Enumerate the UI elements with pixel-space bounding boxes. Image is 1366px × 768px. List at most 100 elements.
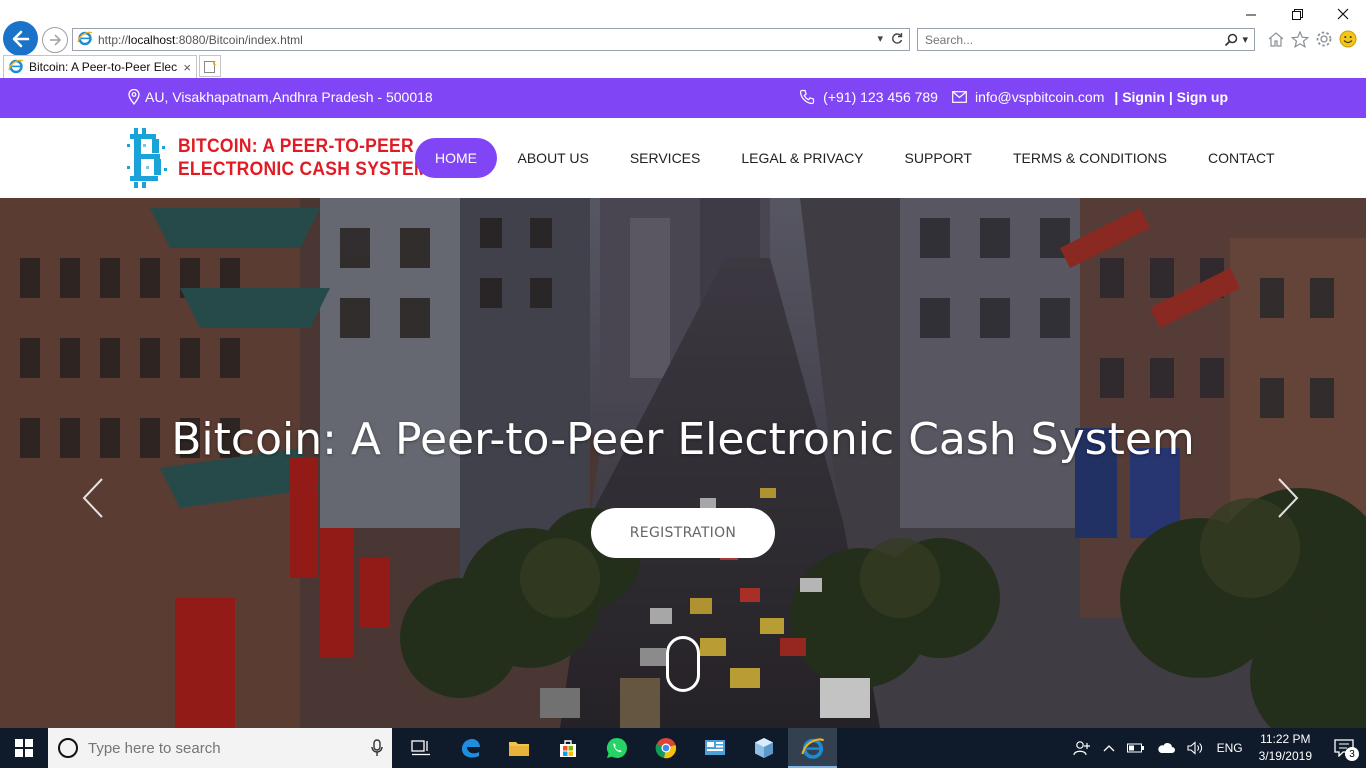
envelope-icon — [952, 91, 967, 103]
main-navbar: BITCOIN: A PEER-TO-PEER ELECTRONIC CASH … — [0, 118, 1366, 198]
arrow-right-icon — [50, 34, 62, 46]
volume-icon[interactable] — [1181, 741, 1211, 755]
new-tab-icon — [204, 59, 217, 73]
back-button[interactable] — [3, 21, 38, 56]
taskbar-search-input[interactable] — [88, 739, 362, 757]
url-path: :8080/Bitcoin/index.html — [175, 32, 303, 47]
refresh-icon[interactable] — [891, 32, 903, 47]
microphone-icon[interactable] — [362, 739, 392, 757]
slider-next-button[interactable] — [1273, 476, 1303, 520]
top-info-bar: AU, Visakhapatnam,Andhra Pradesh - 50001… — [0, 78, 1366, 118]
slider-prev-button[interactable] — [78, 476, 108, 520]
nav-contact[interactable]: CONTACT — [1187, 138, 1295, 178]
email-text[interactable]: info@vspbitcoin.com — [975, 89, 1104, 105]
clock[interactable]: 11:22 PM 3/19/2019 — [1249, 731, 1322, 765]
restore-button[interactable] — [1274, 0, 1320, 28]
file-explorer-app[interactable] — [494, 728, 543, 768]
browser-search-box[interactable]: ▾ — [917, 28, 1255, 51]
nav-services[interactable]: SERVICES — [609, 138, 721, 178]
clock-date: 3/19/2019 — [1258, 749, 1312, 763]
smiley-feedback-icon[interactable] — [1338, 28, 1357, 50]
site-logo[interactable]: BITCOIN: A PEER-TO-PEER ELECTRONIC CASH … — [126, 126, 451, 190]
restore-icon — [1291, 8, 1303, 20]
address-bar[interactable]: http://localhost:8080/Bitcoin/index.html… — [72, 28, 910, 51]
nav-support[interactable]: SUPPORT — [884, 138, 992, 178]
bitcoin-logo-icon — [127, 128, 167, 188]
chrome-icon — [655, 738, 676, 759]
onedrive-cloud-icon[interactable] — [1151, 742, 1181, 754]
store-app[interactable] — [543, 728, 592, 768]
task-view-button[interactable] — [396, 728, 445, 768]
settings-gear-icon[interactable] — [1314, 28, 1333, 50]
internet-explorer-icon — [800, 738, 824, 759]
search-icon[interactable] — [1224, 33, 1238, 47]
arrow-left-icon — [12, 30, 29, 47]
logo-line-1: BITCOIN: A PEER-TO-PEER — [178, 136, 414, 157]
url-text[interactable]: http://localhost:8080/Bitcoin/index.html — [98, 33, 877, 47]
task-view-icon — [410, 740, 430, 756]
logo-text: BITCOIN: A PEER-TO-PEER ELECTRONIC CASH … — [178, 135, 429, 181]
system-tray: ENG 11:22 PM 3/19/2019 3 — [1067, 728, 1366, 768]
home-icon[interactable] — [1266, 28, 1285, 50]
address-tools: ▾ — [877, 32, 909, 47]
chevron-left-icon — [82, 478, 103, 518]
favorites-star-icon[interactable] — [1290, 28, 1309, 50]
minimize-icon — [1245, 14, 1256, 15]
browser-tab[interactable]: Bitcoin: A Peer-to-Peer Elec... × — [3, 55, 197, 78]
whatsapp-app[interactable] — [592, 728, 641, 768]
clock-time: 11:22 PM — [1260, 732, 1311, 746]
language-indicator[interactable]: ENG — [1211, 741, 1249, 755]
separator: | — [1114, 89, 1119, 105]
start-button[interactable] — [0, 728, 48, 768]
browser-toolbar-icons — [1266, 28, 1357, 50]
chevron-up-icon[interactable] — [1097, 744, 1121, 752]
map-pin-icon — [128, 89, 140, 105]
windows-taskbar: ENG 11:22 PM 3/19/2019 3 — [0, 728, 1366, 768]
hero-title: Bitcoin: A Peer-to-Peer Electronic Cash … — [171, 414, 1195, 465]
browser-chrome: http://localhost:8080/Bitcoin/index.html… — [0, 0, 1366, 78]
separator: | — [1168, 89, 1173, 105]
nav-home[interactable]: HOME — [415, 138, 497, 178]
dropdown-icon[interactable]: ▾ — [877, 32, 883, 47]
folder-icon — [508, 742, 529, 756]
people-icon[interactable] — [1067, 740, 1097, 756]
search-dropdown-icon[interactable]: ▾ — [1242, 33, 1248, 47]
windows-logo-icon — [15, 739, 33, 757]
tab-title: Bitcoin: A Peer-to-Peer Elec... — [29, 60, 179, 74]
action-center-button[interactable]: 3 — [1322, 728, 1366, 768]
new-tab-button[interactable] — [199, 55, 221, 77]
forward-button[interactable] — [42, 27, 68, 53]
registration-button[interactable]: REGISTRATION — [591, 508, 775, 558]
logo-line-2: ELECTRONIC CASH SYSTEM — [178, 159, 429, 180]
close-window-button[interactable] — [1320, 0, 1366, 28]
edge-app[interactable] — [445, 728, 494, 768]
taskbar-apps — [396, 728, 837, 768]
notification-count-badge: 3 — [1345, 747, 1359, 761]
browser-search-input[interactable] — [925, 32, 1225, 47]
nav-legal-privacy[interactable]: LEGAL & PRIVACY — [721, 138, 884, 178]
taskbar-search[interactable] — [48, 728, 392, 768]
control-panel-app[interactable] — [690, 728, 739, 768]
virtualbox-icon — [754, 738, 773, 758]
email-info[interactable]: info@vspbitcoin.com — [952, 89, 1104, 105]
contact-info: (+91) 123 456 789 info@vspbitcoin.com | … — [785, 89, 1228, 105]
chrome-app[interactable] — [641, 728, 690, 768]
search-tools: ▾ — [1224, 33, 1254, 47]
nav-about-us[interactable]: ABOUT US — [497, 138, 609, 178]
signup-link[interactable]: Sign up — [1177, 89, 1228, 105]
battery-icon[interactable] — [1121, 743, 1151, 753]
close-icon — [1337, 8, 1349, 20]
signin-link[interactable]: Signin — [1122, 89, 1165, 105]
main-menu: HOME ABOUT US SERVICES LEGAL & PRIVACY S… — [415, 138, 1295, 178]
minimize-button[interactable] — [1228, 0, 1274, 28]
url-host: localhost — [128, 32, 176, 47]
ie-page-icon — [77, 30, 93, 49]
internet-explorer-app[interactable] — [788, 728, 837, 768]
virtualbox-app[interactable] — [739, 728, 788, 768]
store-icon — [559, 740, 576, 757]
tab-close-icon[interactable]: × — [178, 60, 196, 75]
url-prefix: http:// — [98, 32, 129, 47]
scroll-down-indicator[interactable] — [666, 636, 700, 692]
nav-terms-conditions[interactable]: TERMS & CONDITIONS — [992, 138, 1187, 178]
window-controls — [1228, 0, 1366, 28]
